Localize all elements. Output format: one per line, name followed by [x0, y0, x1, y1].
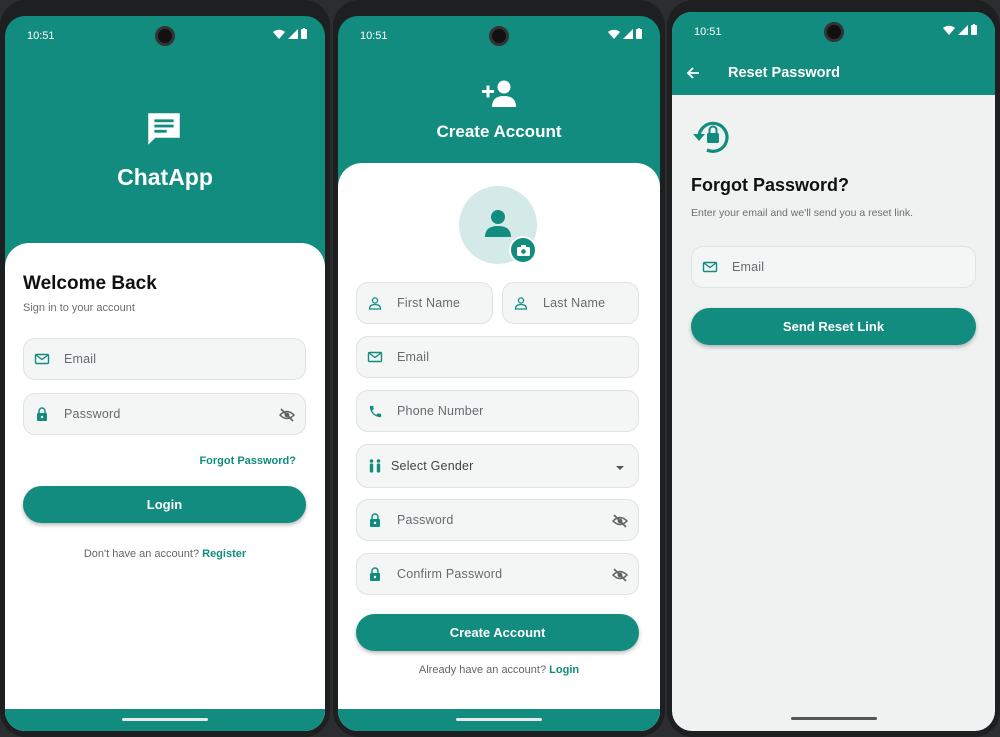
status-time: 10:51 [360, 30, 388, 42]
camera-cutout [155, 26, 175, 46]
email-field[interactable]: Email [691, 246, 976, 288]
signal-icon [623, 28, 633, 39]
register-prompt: Don't have an account? Register [83, 548, 247, 560]
visibility-off-icon[interactable] [612, 513, 628, 529]
wifi-icon [943, 25, 955, 35]
signal-icon [958, 24, 968, 35]
phone-reset: 10:51 Reset Password Forgot Password? En… [667, 0, 1000, 737]
confirm-password-placeholder: Confirm Password [397, 567, 503, 581]
email-placeholder: Email [397, 350, 430, 364]
home-indicator[interactable] [122, 718, 208, 721]
people-icon [367, 458, 383, 474]
confirm-password-field[interactable]: Confirm Password [356, 553, 639, 595]
send-reset-link-button[interactable]: Send Reset Link [691, 308, 976, 345]
page-subtitle: Sign in to your account [23, 302, 135, 314]
gender-placeholder: Select Gender [391, 459, 474, 473]
page-title: Welcome Back [23, 273, 157, 294]
phone-field[interactable]: Phone Number [356, 390, 639, 432]
back-arrow-icon[interactable] [685, 65, 701, 81]
login-prompt: Already have an account? Login [418, 664, 580, 676]
login-card: Welcome Back Sign in to your account Ema… [5, 243, 325, 731]
avatar[interactable] [459, 186, 537, 264]
phone-register: 10:51 Create Account First Name Last Nam… [333, 0, 665, 737]
camera-button[interactable] [509, 236, 537, 264]
gender-select[interactable]: Select Gender [356, 444, 639, 488]
signal-icon [288, 28, 298, 39]
nav-bar [5, 709, 325, 731]
create-account-button[interactable]: Create Account [356, 614, 639, 651]
email-icon [367, 349, 383, 365]
phone-icon [367, 403, 383, 419]
camera-cutout [823, 22, 844, 42]
person-icon [513, 295, 529, 311]
battery-icon [636, 28, 642, 39]
login-link[interactable]: Login [549, 664, 579, 676]
password-field[interactable]: Password [23, 393, 306, 435]
lock-icon [34, 406, 50, 422]
appbar-title: Reset Password [728, 65, 841, 81]
visibility-off-icon[interactable] [612, 567, 628, 583]
phone-placeholder: Phone Number [397, 404, 484, 418]
person-add-icon [482, 80, 516, 107]
page-title: Create Account [436, 122, 562, 141]
phone-login: 10:51 ChatApp Welcome Back Sign in to yo… [0, 0, 330, 737]
forgot-password-link[interactable]: Forgot Password? [199, 455, 296, 467]
camera-icon [516, 244, 530, 256]
first-name-field[interactable]: First Name [356, 282, 493, 324]
status-time: 10:51 [27, 30, 55, 42]
lock-reset-icon [693, 121, 729, 153]
password-field[interactable]: Password [356, 499, 639, 541]
last-name-field[interactable]: Last Name [502, 282, 639, 324]
register-card: First Name Last Name Email Phone Number … [338, 163, 660, 731]
person-icon [367, 295, 383, 311]
password-placeholder: Password [64, 407, 121, 421]
home-indicator[interactable] [456, 718, 542, 721]
email-field[interactable]: Email [356, 336, 639, 378]
person-icon [485, 210, 511, 237]
page-subtitle: Enter your email and we'll send you a re… [691, 207, 914, 219]
dropdown-arrow-icon [616, 466, 624, 470]
email-placeholder: Email [732, 260, 765, 274]
password-placeholder: Password [397, 513, 454, 527]
app-name: ChatApp [117, 164, 213, 190]
email-icon [34, 351, 50, 367]
chat-logo-icon [148, 113, 180, 145]
email-placeholder: Email [64, 352, 97, 366]
status-time: 10:51 [694, 26, 722, 38]
visibility-off-icon[interactable] [279, 407, 295, 423]
home-indicator[interactable] [790, 717, 877, 720]
reset-screen: 10:51 Reset Password Forgot Password? En… [672, 12, 995, 731]
nav-bar [338, 709, 660, 731]
camera-cutout [489, 26, 509, 46]
page-title: Forgot Password? [691, 175, 850, 195]
lock-icon [367, 512, 383, 528]
battery-icon [971, 24, 977, 35]
email-icon [702, 259, 718, 275]
last-name-placeholder: Last Name [543, 296, 606, 310]
email-field[interactable]: Email [23, 338, 306, 380]
login-screen: 10:51 ChatApp Welcome Back Sign in to yo… [5, 16, 325, 731]
login-button[interactable]: Login [23, 486, 306, 523]
wifi-icon [608, 29, 620, 39]
register-screen: 10:51 Create Account First Name Last Nam… [338, 16, 660, 731]
lock-icon [367, 566, 383, 582]
wifi-icon [273, 29, 285, 39]
battery-icon [301, 28, 307, 39]
first-name-placeholder: First Name [397, 296, 461, 310]
register-link[interactable]: Register [202, 548, 246, 560]
